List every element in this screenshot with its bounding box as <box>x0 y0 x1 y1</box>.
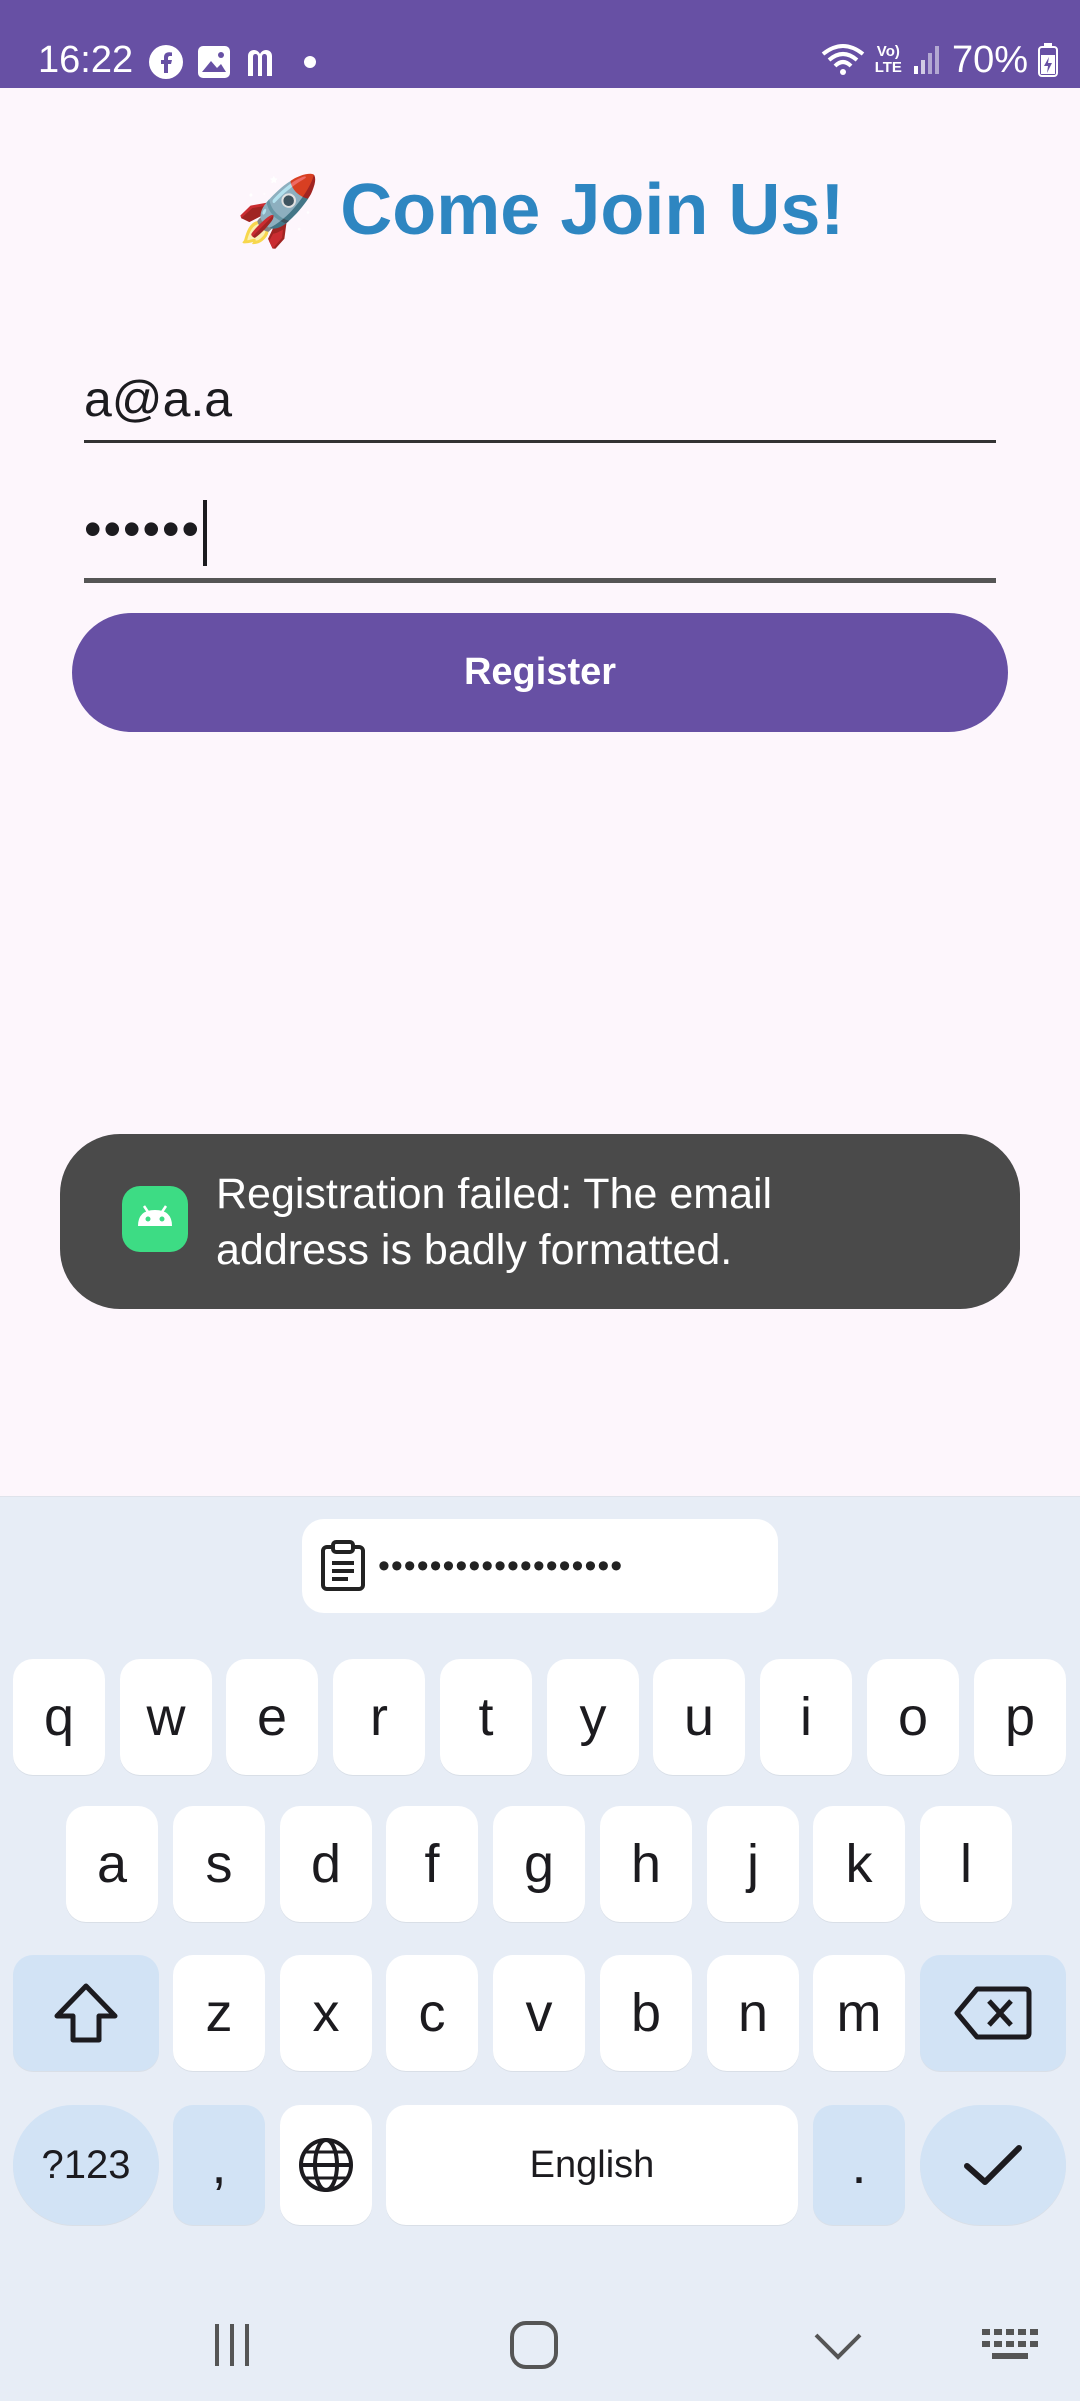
android-app-icon <box>122 1186 188 1252</box>
chevron-down-icon <box>814 2333 862 2360</box>
rocket-icon: 🚀 <box>235 173 321 249</box>
checkmark-icon <box>964 2145 1022 2185</box>
key-r[interactable]: r <box>333 1659 425 1775</box>
key-c[interactable]: c <box>386 1955 478 2071</box>
wifi-icon <box>821 44 864 75</box>
key-f[interactable]: f <box>386 1806 478 1922</box>
page-title-text: Come Join Us! <box>340 170 845 250</box>
shift-icon <box>54 1983 118 2043</box>
keyboard-switch-button[interactable] <box>970 2310 1050 2380</box>
signal-icon <box>913 46 939 74</box>
notification-icons <box>148 42 316 82</box>
recents-icon <box>215 2324 249 2366</box>
facebook-icon <box>149 45 183 79</box>
space-key[interactable]: English <box>386 2105 798 2225</box>
clipboard-icon <box>321 1540 365 1591</box>
key-m[interactable]: m <box>813 1955 905 2071</box>
home-icon <box>510 2321 558 2369</box>
globe-icon <box>299 2138 353 2192</box>
key-w[interactable]: w <box>120 1659 212 1775</box>
key-q[interactable]: q <box>13 1659 105 1775</box>
error-toast: Registration failed: The email address i… <box>60 1134 1020 1309</box>
gallery-icon <box>198 46 230 78</box>
key-g[interactable]: g <box>493 1806 585 1922</box>
key-v[interactable]: v <box>493 1955 585 2071</box>
navigation-bar <box>0 2290 1080 2400</box>
key-p[interactable]: p <box>974 1659 1066 1775</box>
done-key[interactable] <box>920 2105 1066 2225</box>
key-l[interactable]: l <box>920 1806 1012 1922</box>
key-z[interactable]: z <box>173 1955 265 2071</box>
key-d[interactable]: d <box>280 1806 372 1922</box>
register-button[interactable]: Register <box>72 613 1008 732</box>
key-j[interactable]: j <box>707 1806 799 1922</box>
symbols-key[interactable]: ?123 <box>13 2105 159 2225</box>
battery-charging-icon <box>1038 43 1058 77</box>
clipboard-preview: ••••••••••••••••••• <box>378 1546 624 1585</box>
page-title: 🚀 Come Join Us! <box>0 160 1080 261</box>
soft-keyboard: ••••••••••••••••••• q w e r t y u i o p … <box>0 1496 1080 2401</box>
keyboard-icon <box>982 2329 1038 2359</box>
clipboard-suggestion[interactable]: ••••••••••••••••••• <box>302 1519 778 1613</box>
home-button[interactable] <box>494 2310 574 2380</box>
volte-lte-icon: Vo) LTE <box>874 43 902 76</box>
text-cursor <box>203 500 208 566</box>
period-key[interactable]: . <box>813 2105 905 2225</box>
toast-message: Registration failed: The email address i… <box>216 1170 773 1274</box>
more-notifications-dot <box>304 56 316 68</box>
key-a[interactable]: a <box>66 1806 158 1922</box>
comma-key[interactable]: , <box>173 2105 265 2225</box>
system-icons: Vo) LTE 70% <box>821 38 1058 82</box>
password-value: •••••• <box>84 500 208 566</box>
email-field[interactable]: a@a.a <box>84 360 996 443</box>
recents-button[interactable] <box>192 2310 272 2380</box>
key-n[interactable]: n <box>707 1955 799 2071</box>
key-u[interactable]: u <box>653 1659 745 1775</box>
language-key[interactable] <box>280 2105 372 2225</box>
key-x[interactable]: x <box>280 1955 372 2071</box>
key-o[interactable]: o <box>867 1659 959 1775</box>
key-y[interactable]: y <box>547 1659 639 1775</box>
backspace-key[interactable] <box>920 1955 1066 2071</box>
key-i[interactable]: i <box>760 1659 852 1775</box>
shift-key[interactable] <box>13 1955 159 2071</box>
messenger-m-icon <box>248 50 272 76</box>
hide-keyboard-button[interactable] <box>798 2310 878 2380</box>
key-e[interactable]: e <box>226 1659 318 1775</box>
email-value: a@a.a <box>84 371 233 427</box>
password-field[interactable]: •••••• <box>84 490 996 583</box>
key-t[interactable]: t <box>440 1659 532 1775</box>
key-s[interactable]: s <box>173 1806 265 1922</box>
backspace-icon <box>954 1986 1032 2040</box>
status-time: 16:22 <box>38 39 134 81</box>
key-k[interactable]: k <box>813 1806 905 1922</box>
key-h[interactable]: h <box>600 1806 692 1922</box>
status-bar: 16:22 Vo) LTE 70% <box>0 0 1080 88</box>
battery-percentage: 70% <box>951 39 1028 81</box>
key-b[interactable]: b <box>600 1955 692 2071</box>
